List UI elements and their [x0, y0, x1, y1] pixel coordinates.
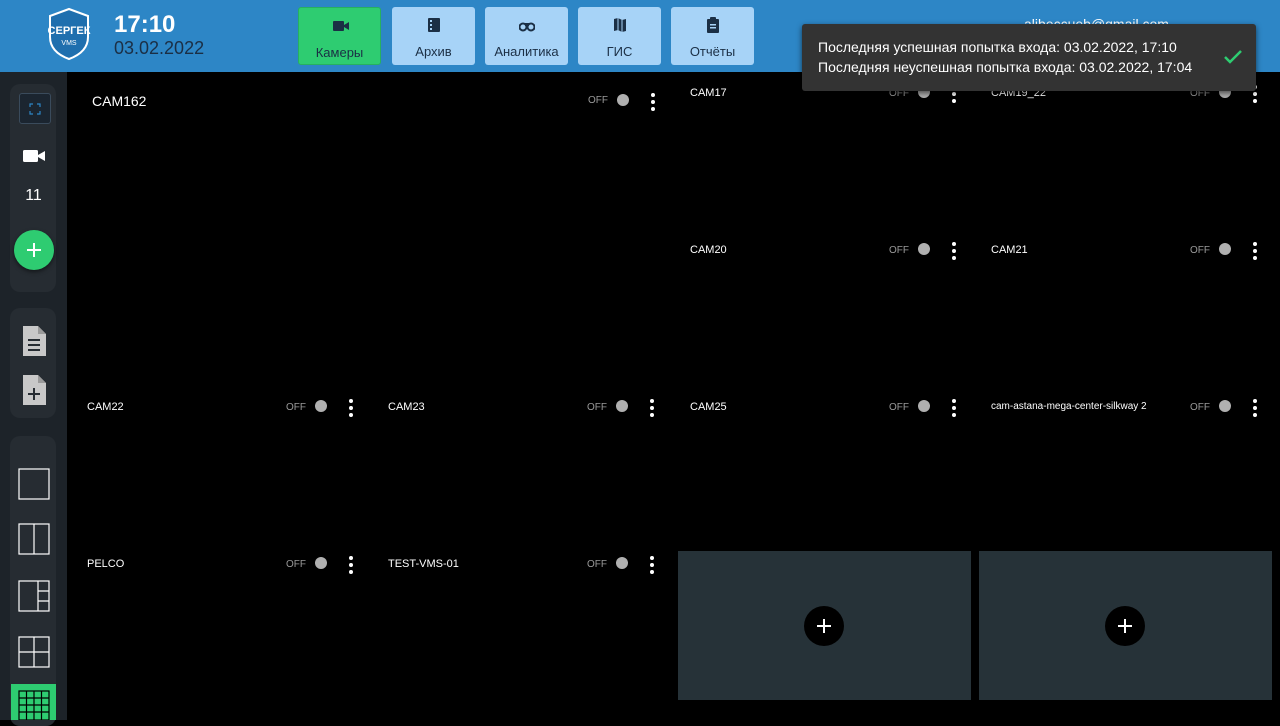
camera-name: CAM23	[388, 401, 425, 413]
add-icon	[1118, 619, 1132, 633]
document-add-icon[interactable]	[21, 374, 47, 406]
fit-screen-icon	[29, 103, 41, 115]
camera-name: CAM17	[690, 87, 727, 99]
nav-gis-button[interactable]: ГИС	[578, 7, 661, 65]
nav-archive-button[interactable]: Архив	[392, 7, 475, 65]
status-indicator	[315, 557, 327, 569]
clipboard-icon	[707, 17, 719, 33]
nav-reports-button[interactable]: Отчёты	[671, 7, 754, 65]
status-indicator	[616, 557, 628, 569]
nav-analytics-button[interactable]: Аналитика	[485, 7, 568, 65]
layout-1x2-icon[interactable]	[18, 523, 50, 555]
status-indicator	[1219, 243, 1231, 255]
camera-status: OFF	[1190, 402, 1210, 413]
more-options-icon[interactable]	[650, 556, 654, 574]
camera-tile-cam162[interactable]: CAM162 OFF	[67, 72, 672, 382]
last-success-login: Последняя успешная попытка входа: 03.02.…	[818, 39, 1177, 55]
document-list-icon[interactable]	[21, 325, 47, 357]
status-indicator	[918, 243, 930, 255]
add-icon	[817, 619, 831, 633]
camera-name: CAM21	[991, 244, 1028, 256]
camera-name: CAM25	[690, 401, 727, 413]
camera-name: CAM22	[87, 401, 124, 413]
camera-tile-cam19-22[interactable]: CAM19_22 OFF	[979, 72, 1272, 227]
fit-screen-button[interactable]	[19, 93, 51, 124]
logo-text: СЕРГЕК	[48, 25, 91, 37]
more-options-icon[interactable]	[349, 556, 353, 574]
camera-status: OFF	[889, 402, 909, 413]
camera-status: OFF	[588, 95, 608, 106]
camera-name: TEST-VMS-01	[388, 558, 459, 570]
camera-name: CAM20	[690, 244, 727, 256]
camera-tile-cam25[interactable]: CAM25 OFF	[678, 386, 971, 541]
sergek-logo[interactable]: СЕРГЕК VMS	[46, 7, 92, 61]
archive-film-icon	[428, 18, 440, 32]
more-options-icon[interactable]	[952, 242, 956, 260]
nav-archive-label: Архив	[415, 44, 452, 59]
status-indicator	[918, 400, 930, 412]
status-indicator	[616, 400, 628, 412]
nav-cameras-button[interactable]: Камеры	[298, 7, 381, 65]
more-options-icon[interactable]	[1253, 399, 1257, 417]
camera-status: OFF	[889, 245, 909, 256]
nav-cameras-label: Камеры	[315, 45, 364, 60]
camera-tile-pelco[interactable]: PELCO OFF	[75, 543, 368, 698]
binoculars-icon	[519, 22, 535, 32]
clock-time: 17:10	[114, 11, 176, 38]
camera-name: cam-astana-mega-center-silkway 2	[991, 401, 1147, 412]
map-icon	[614, 18, 626, 32]
last-failed-login: Последняя неуспешная попытка входа: 03.0…	[818, 59, 1193, 75]
empty-camera-slot	[678, 551, 971, 700]
camera-status: OFF	[587, 402, 607, 413]
video-camera-icon	[333, 21, 349, 31]
camera-tile-cam-astana[interactable]: cam-astana-mega-center-silkway 2 OFF	[979, 386, 1272, 541]
layout-2x2-icon[interactable]	[18, 636, 50, 668]
login-notification: Последняя успешная попытка входа: 03.02.…	[802, 24, 1256, 91]
layout-1x1-icon[interactable]	[18, 468, 50, 500]
empty-camera-slot	[979, 551, 1272, 700]
more-options-icon[interactable]	[651, 93, 655, 111]
add-camera-to-slot-button[interactable]	[1105, 606, 1145, 646]
video-camera-icon[interactable]	[23, 148, 45, 164]
camera-name: PELCO	[87, 558, 125, 570]
camera-tile-cam17[interactable]: CAM17 OFF	[678, 72, 971, 227]
more-options-icon[interactable]	[952, 399, 956, 417]
layout-grid-icon	[18, 690, 50, 720]
layout-grid-button[interactable]	[11, 684, 56, 720]
add-camera-to-slot-button[interactable]	[804, 606, 844, 646]
camera-status: OFF	[1190, 245, 1210, 256]
camera-tile-cam22[interactable]: CAM22 OFF	[75, 386, 368, 541]
add-icon	[27, 243, 41, 257]
nav-gis-label: ГИС	[606, 44, 633, 59]
camera-tile-cam21[interactable]: CAM21 OFF	[979, 229, 1272, 384]
camera-tile-cam20[interactable]: CAM20 OFF	[678, 229, 971, 384]
camera-status: OFF	[286, 559, 306, 570]
layout-1-plus-3-icon[interactable]	[18, 580, 50, 612]
status-indicator	[315, 400, 327, 412]
camera-status: OFF	[286, 402, 306, 413]
check-icon[interactable]	[1223, 49, 1243, 65]
nav-analytics-label: Аналитика	[494, 44, 559, 59]
camera-tile-cam23[interactable]: CAM23 OFF	[376, 386, 669, 541]
status-indicator	[1219, 400, 1231, 412]
more-options-icon[interactable]	[349, 399, 353, 417]
more-options-icon[interactable]	[650, 399, 654, 417]
clock-date: 03.02.2022	[114, 38, 205, 58]
nav-reports-label: Отчёты	[689, 44, 736, 59]
status-indicator	[617, 94, 629, 106]
camera-status: OFF	[587, 559, 607, 570]
camera-tile-test-vms-01[interactable]: TEST-VMS-01 OFF	[376, 543, 669, 698]
camera-count: 11	[25, 187, 42, 204]
more-options-icon[interactable]	[1253, 242, 1257, 260]
camera-name: CAM162	[92, 93, 147, 109]
add-camera-button[interactable]	[14, 230, 54, 270]
logo-subtext: VMS	[61, 40, 77, 47]
